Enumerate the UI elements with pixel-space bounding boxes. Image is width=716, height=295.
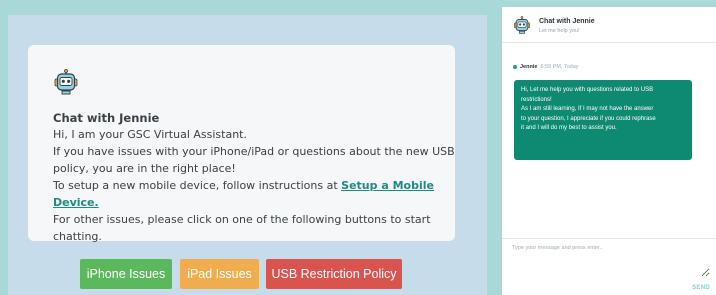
ipad-issues-button[interactable]: iPad Issues: [180, 259, 259, 289]
robot-icon: [54, 69, 78, 95]
card-text-line: chatting.: [53, 230, 102, 243]
setup-instructions: To setup a new mobile device, follow ins…: [53, 177, 455, 211]
card-text-line: For other issues, please click on one of…: [53, 213, 431, 226]
message-input[interactable]: [512, 245, 710, 277]
bot-message-bubble: Hi, Let me help you with questions relat…: [514, 80, 692, 160]
usb-restriction-policy-button[interactable]: USB Restriction Policy: [266, 259, 402, 289]
message-time: 6:59 PM, Today: [540, 64, 579, 70]
message-line: it and I will do my best to assist you.: [521, 125, 617, 132]
issue-buttons: iPhone Issues iPad Issues USB Restrictio…: [8, 259, 487, 289]
chat-subtitle: Let me help you!: [539, 28, 580, 34]
send-button[interactable]: SEND: [692, 285, 710, 291]
card-title: Chat with Jennie: [53, 111, 160, 125]
online-status-dot: [513, 65, 517, 69]
welcome-card: Chat with Jennie Hi, I am your GSC Virtu…: [28, 45, 455, 243]
message-line: to your question, I appreciate if you co…: [521, 115, 656, 122]
message-line: restrictions!: [521, 96, 552, 103]
chat-title: Chat with Jennie: [539, 18, 595, 25]
message-sender: Jennie: [520, 64, 538, 70]
welcome-panel: Chat with Jennie Hi, I am your GSC Virtu…: [8, 15, 487, 295]
message-line: Hi, Let me help you with questions relat…: [521, 87, 654, 93]
iphone-issues-button[interactable]: iPhone Issues: [80, 259, 172, 289]
chat-header: Chat with Jennie Let me help you!: [502, 7, 716, 43]
robot-icon: [514, 16, 530, 34]
message-composer: SEND: [502, 238, 716, 295]
setup-prefix-text: To setup a new mobile device, follow ins…: [53, 179, 342, 192]
chat-panel: Chat with Jennie Let me help you! Jennie…: [502, 7, 716, 295]
card-text-line: If you have issues with your iPhone/iPad…: [53, 145, 455, 158]
card-text-line: Hi, I am your GSC Virtual Assistant.: [53, 128, 247, 141]
card-text-line: policy, you are in the right place!: [53, 162, 236, 175]
message-meta: Jennie 6:59 PM, Today: [513, 64, 579, 70]
message-line: As I am still learning, If I may not hav…: [521, 106, 654, 113]
